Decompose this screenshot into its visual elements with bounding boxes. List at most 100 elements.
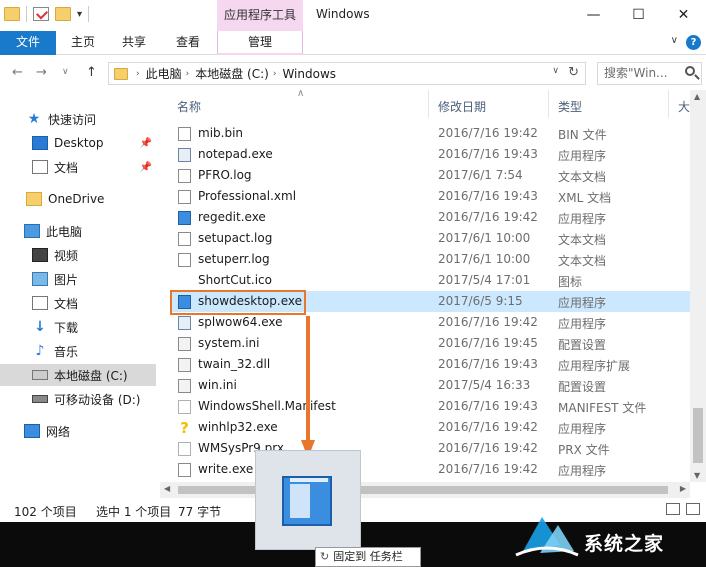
file-row[interactable]: win.ini 2017/5/4 16:33 配置设置 — [172, 375, 690, 396]
file-date: 2017/5/4 16:33 — [438, 378, 531, 392]
window-title: Windows — [316, 7, 370, 21]
vertical-scrollbar[interactable]: ▲ ▼ — [690, 90, 706, 482]
file-row[interactable]: splwow64.exe 2016/7/16 19:42 应用程序 — [172, 312, 690, 333]
file-row[interactable]: Professional.xml 2016/7/16 19:43 XML 文档 — [172, 186, 690, 207]
xml-file-icon — [178, 190, 191, 204]
nav-network[interactable]: 网络 — [0, 420, 156, 442]
address-bar[interactable]: › 此电脑 › 本地磁盘 (C:) › Windows ∨ ↻ — [108, 62, 586, 85]
column-divider[interactable] — [548, 90, 549, 118]
file-name: system.ini — [198, 336, 260, 350]
refresh-icon[interactable]: ↻ — [568, 65, 579, 80]
column-name[interactable]: 名称 — [177, 98, 201, 115]
column-size[interactable]: 大 — [678, 98, 690, 115]
tab-share[interactable]: 共享 — [112, 31, 156, 55]
file-row[interactable]: PFRO.log 2017/6/1 7:54 文本文档 — [172, 165, 690, 186]
column-modified[interactable]: 修改日期 — [438, 98, 486, 115]
tab-manage[interactable]: 管理 — [217, 31, 303, 55]
nav-quick-access[interactable]: ★ 快速访问 — [0, 108, 156, 130]
folder-icon[interactable] — [4, 7, 20, 21]
notepad-icon — [178, 148, 191, 162]
search-icon[interactable] — [685, 66, 695, 76]
help-icon[interactable]: ? — [686, 35, 701, 50]
scroll-thumb[interactable] — [693, 408, 703, 463]
file-icon — [178, 127, 191, 141]
address-dropdown-icon[interactable]: ∨ — [552, 66, 559, 76]
blank-file-icon — [178, 400, 191, 414]
file-date: 2017/5/4 17:01 — [438, 273, 531, 287]
file-row[interactable]: setuperr.log 2017/6/1 10:00 文本文档 — [172, 249, 690, 270]
file-row[interactable]: notepad.exe 2016/7/16 19:43 应用程序 — [172, 144, 690, 165]
nav-label: 本地磁盘 (C:) — [54, 368, 128, 383]
file-row[interactable]: twain_32.dll 2016/7/16 19:43 应用程序扩展 — [172, 354, 690, 375]
selection-count: 选中 1 个项目 — [96, 505, 172, 519]
highlight-box — [170, 290, 306, 315]
expand-ribbon-icon[interactable]: ∨ — [671, 35, 678, 46]
breadcrumb-local-disk[interactable]: 本地磁盘 (C:) — [195, 65, 269, 82]
scroll-down-icon[interactable]: ▼ — [694, 471, 700, 480]
nav-desktop[interactable]: Desktop 📌 — [0, 132, 156, 154]
file-row[interactable]: WindowsShell.Manifest 2016/7/16 19:43 MA… — [172, 396, 690, 417]
selection-size: 77 字节 — [178, 505, 222, 519]
nav-pictures[interactable]: 图片 — [0, 268, 156, 290]
file-row[interactable]: regedit.exe 2016/7/16 19:42 应用程序 — [172, 207, 690, 228]
nav-videos[interactable]: 视频 — [0, 244, 156, 266]
nav-removable-drive[interactable]: 可移动设备 (D:) — [0, 388, 156, 410]
nav-this-pc[interactable]: 此电脑 — [0, 220, 156, 242]
back-icon[interactable]: ← — [12, 65, 23, 80]
watermark-text: 系统之家 — [584, 533, 665, 555]
file-type: PRX 文件 — [558, 443, 610, 457]
nav-documents-pinned[interactable]: 文档 📌 — [0, 156, 156, 178]
file-row[interactable]: setupact.log 2017/6/1 10:00 文本文档 — [172, 228, 690, 249]
close-button[interactable]: ✕ — [661, 0, 706, 30]
file-row[interactable]: WMSysPr9.prx 2016/7/16 19:42 PRX 文件 — [172, 438, 690, 459]
nav-onedrive[interactable]: OneDrive — [0, 188, 156, 210]
network-icon — [24, 424, 40, 438]
nav-documents[interactable]: 文档 — [0, 292, 156, 314]
minimize-button[interactable]: — — [571, 0, 616, 30]
chevron-right-icon[interactable]: › — [136, 69, 140, 79]
file-date: 2016/7/16 19:42 — [438, 420, 538, 434]
nav-label: 网络 — [46, 424, 71, 439]
file-date: 2016/7/16 19:42 — [438, 462, 538, 476]
nav-music[interactable]: ♪ 音乐 — [0, 340, 156, 362]
scroll-thumb[interactable] — [178, 486, 668, 494]
horizontal-scrollbar[interactable]: ◀ ▶ — [160, 482, 690, 498]
file-row[interactable]: system.ini 2016/7/16 19:45 配置设置 — [172, 333, 690, 354]
nav-label: 文档 — [54, 160, 79, 175]
column-divider[interactable] — [428, 90, 429, 118]
file-date: 2017/6/1 7:54 — [438, 168, 523, 182]
breadcrumb-windows[interactable]: Windows — [282, 67, 336, 81]
tab-file[interactable]: 文件 — [0, 31, 56, 55]
recent-locations-icon[interactable]: ∨ — [62, 67, 69, 77]
column-divider[interactable] — [668, 90, 669, 118]
tab-home[interactable]: 主页 — [62, 31, 104, 55]
maximize-button[interactable]: ☐ — [616, 0, 661, 30]
up-icon[interactable]: ↑ — [86, 65, 97, 80]
nav-local-disk[interactable]: 本地磁盘 (C:) — [0, 364, 156, 386]
column-type[interactable]: 类型 — [558, 98, 582, 115]
chevron-right-icon[interactable]: › — [186, 69, 190, 79]
breadcrumb-this-pc[interactable]: 此电脑 — [146, 65, 182, 82]
file-row[interactable]: ? winhlp32.exe 2016/7/16 19:42 应用程序 — [172, 417, 690, 438]
forward-icon[interactable]: → — [36, 65, 47, 80]
properties-icon[interactable] — [33, 7, 49, 21]
tab-view[interactable]: 查看 — [166, 31, 210, 55]
chevron-right-icon[interactable]: › — [273, 69, 277, 79]
file-name: mib.bin — [198, 126, 244, 140]
file-name: Professional.xml — [198, 189, 297, 203]
scroll-up-icon[interactable]: ▲ — [694, 92, 700, 101]
search-box[interactable]: 搜索"Win... — [597, 62, 702, 85]
scroll-left-icon[interactable]: ◀ — [164, 484, 170, 493]
nav-downloads[interactable]: ↓ 下载 — [0, 316, 156, 338]
file-date: 2016/7/16 19:43 — [438, 357, 538, 371]
watermark: 系统之家 — [512, 505, 706, 567]
nav-label: 图片 — [54, 272, 79, 287]
file-row[interactable]: ShortCut.ico 2017/5/4 17:01 图标 — [172, 270, 690, 291]
file-row[interactable]: mib.bin 2016/7/16 19:42 BIN 文件 — [172, 123, 690, 144]
ribbon-tabs: 文件 主页 共享 查看 管理 ∨ ? — [0, 31, 706, 55]
scroll-right-icon[interactable]: ▶ — [680, 484, 686, 493]
file-row[interactable]: write.exe 2016/7/16 19:42 应用程序 — [172, 459, 690, 480]
showdesktop-app-icon — [282, 476, 332, 526]
qat-dropdown-icon[interactable]: ▾ — [77, 9, 82, 20]
new-folder-icon[interactable] — [55, 7, 71, 21]
